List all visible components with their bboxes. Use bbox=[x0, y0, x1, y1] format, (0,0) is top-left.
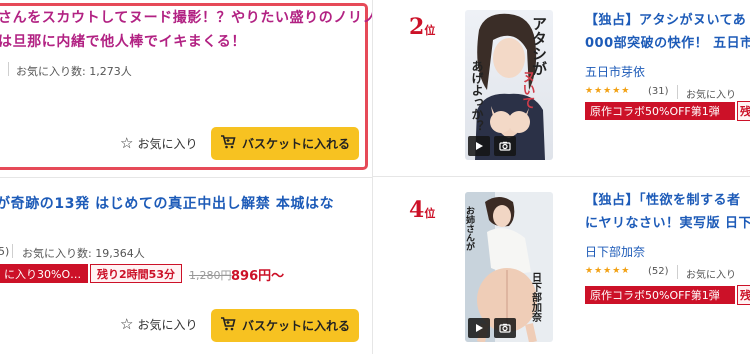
product-title-line2[interactable]: は旦那に内緒で他人棒でイキまくる！ bbox=[0, 31, 246, 54]
rating-count: (31) bbox=[648, 86, 669, 97]
favorite-button-label: お気に入り bbox=[137, 318, 198, 332]
svg-text:あげよっか？: あげよっか？ bbox=[470, 60, 484, 132]
product-thumbnail[interactable]: アタシが ヌいて あげよっか？ bbox=[465, 10, 553, 160]
product-title-line1[interactable]: さんをスカウトしてヌード撮影！？やりたい盛りのノリノ bbox=[0, 7, 372, 30]
rank-label: 4位 bbox=[409, 197, 435, 223]
rating-count: (52) bbox=[648, 266, 669, 277]
add-to-basket-button[interactable]: バスケットに入れる bbox=[211, 127, 359, 160]
promo-badge: 原作コラボ50%OFF第1弾 bbox=[585, 286, 735, 304]
time-left-badge: 残り2時間53分 bbox=[90, 264, 182, 283]
sample-images-button[interactable] bbox=[494, 318, 516, 338]
favorite-button-label: お気に入り bbox=[137, 137, 198, 151]
play-sample-button[interactable] bbox=[468, 136, 490, 156]
play-sample-button[interactable] bbox=[468, 318, 490, 338]
rank-number: 2 bbox=[409, 14, 425, 40]
time-left-badge: 残 bbox=[737, 285, 750, 305]
actress-name[interactable]: 日下部加奈 bbox=[585, 243, 645, 260]
meta-separator bbox=[8, 62, 9, 76]
rank-suffix: 位 bbox=[424, 24, 436, 37]
favorite-count: お気に入り数: 19,364人 bbox=[22, 247, 145, 260]
svg-text:アタシが: アタシが bbox=[530, 16, 548, 76]
rank-suffix: 位 bbox=[424, 207, 436, 220]
star-outline-icon: ☆ bbox=[120, 134, 134, 152]
rank-label: 2位 bbox=[409, 14, 435, 40]
product-title[interactable]: が奇跡の13発 はじめての真正中出し解禁 本城はな bbox=[0, 193, 334, 216]
discount-badge: に入り30%O… bbox=[0, 264, 88, 283]
rating-stars: ★★★★★ bbox=[585, 266, 631, 276]
rating-count: 5) bbox=[0, 245, 10, 258]
basket-button-label: バスケットに入れる bbox=[241, 137, 350, 151]
favorite-label: お気に入り bbox=[686, 90, 736, 101]
svg-text:ヌいて: ヌいて bbox=[520, 70, 536, 109]
sample-images-button[interactable] bbox=[494, 136, 516, 156]
meta-separator bbox=[12, 244, 13, 258]
product-title-line1[interactable]: 【独占】「性欲を制する者 bbox=[585, 189, 741, 212]
add-favorite-button[interactable]: ☆ お気に入り bbox=[120, 135, 197, 152]
column-divider bbox=[372, 0, 373, 354]
product-title-line1[interactable]: 【独占】アタシがヌいてあ bbox=[585, 9, 746, 32]
cart-icon bbox=[220, 317, 236, 334]
product-title-line2[interactable]: にヤリなさい！実写版 日下 bbox=[585, 212, 750, 235]
star-outline-icon: ☆ bbox=[120, 315, 134, 333]
sale-price: 896円〜 bbox=[231, 269, 285, 284]
add-favorite-button[interactable]: ☆ お気に入り bbox=[120, 316, 197, 333]
product-title-line2[interactable]: 000部突破の快作！ 五日市 bbox=[585, 32, 750, 55]
rating-stars: ★★★★★ bbox=[585, 86, 631, 96]
product-card-left-1[interactable]: さんをスカウトしてヌード撮影！？やりたい盛りのノリノ は旦那に内緒で他人棒でイキ… bbox=[0, 0, 372, 175]
rank-number: 4 bbox=[409, 197, 425, 223]
basket-button-label: バスケットに入れる bbox=[241, 319, 350, 333]
actress-name[interactable]: 五日市芽依 bbox=[585, 63, 645, 80]
original-price: 1,280円 bbox=[189, 269, 232, 282]
row-divider-right bbox=[373, 176, 750, 177]
time-left-badge: 残 bbox=[737, 101, 750, 121]
product-thumbnail[interactable]: お姉さんが 日下部加奈 bbox=[465, 192, 553, 342]
meta-separator bbox=[677, 85, 678, 99]
svg-text:お姉さんが: お姉さんが bbox=[465, 206, 475, 251]
meta-separator bbox=[677, 265, 678, 279]
promo-badge: 原作コラボ50%OFF第1弾 bbox=[585, 102, 735, 120]
cart-icon bbox=[220, 135, 236, 152]
product-card-left-2[interactable]: が奇跡の13発 はじめての真正中出し解禁 本城はな 5) お気に入り数: 19,… bbox=[0, 178, 372, 354]
favorite-count: お気に入り数: 1,273人 bbox=[16, 65, 132, 78]
add-to-basket-button[interactable]: バスケットに入れる bbox=[211, 309, 359, 342]
favorite-label: お気に入り bbox=[686, 270, 736, 281]
